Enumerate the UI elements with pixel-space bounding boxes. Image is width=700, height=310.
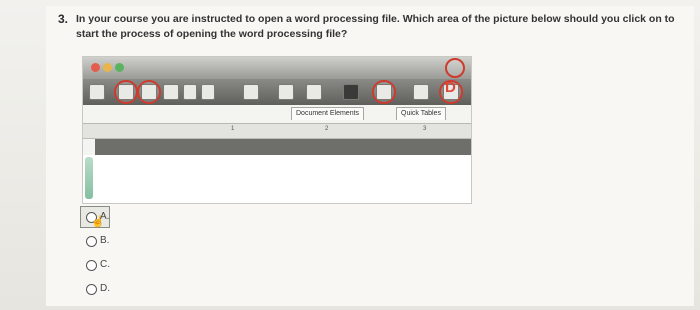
- toolbar-toggle-icon: [445, 58, 465, 78]
- ruler: 1 2 3: [83, 124, 471, 139]
- option-a[interactable]: ☝ A.: [80, 206, 162, 228]
- ruler-number: 2: [325, 126, 329, 132]
- option-c-label: C.: [100, 259, 110, 270]
- marker-d-label: D: [445, 79, 456, 96]
- zoom-dot-icon: [115, 63, 124, 72]
- table-icon: [278, 84, 294, 100]
- columns-icon: [306, 84, 322, 100]
- close-dot-icon: [91, 63, 100, 72]
- word-processor-screenshot: A B C D Document Elements Quick Tables 1…: [82, 56, 472, 204]
- scroll-indicator: [85, 157, 93, 199]
- option-a-label: A.: [100, 211, 110, 222]
- question-text: In your course you are instructed to ope…: [76, 13, 675, 40]
- option-d-label: D.: [100, 283, 110, 294]
- option-d[interactable]: D.: [82, 280, 162, 300]
- paragraph-icon: [343, 84, 359, 100]
- option-b[interactable]: B.: [82, 232, 162, 252]
- media-icon: [413, 84, 429, 100]
- option-b-label: B.: [100, 235, 110, 246]
- ribbon: Document Elements Quick Tables: [83, 105, 471, 124]
- redo-icon: [201, 84, 215, 100]
- new-document-icon: [89, 84, 105, 100]
- ruler-number: 3: [423, 126, 427, 132]
- page-header-strip: [95, 139, 471, 155]
- minimize-dot-icon: [103, 63, 112, 72]
- sidebar-icon: [376, 84, 392, 100]
- tab-document-elements: Document Elements: [291, 107, 365, 120]
- tab-quick-tables: Quick Tables: [396, 107, 446, 120]
- format-brush-icon: [243, 84, 259, 100]
- radio-c[interactable]: [86, 260, 97, 271]
- radio-b[interactable]: [86, 236, 97, 247]
- option-c[interactable]: C.: [82, 256, 162, 276]
- save-icon: [141, 84, 157, 100]
- question-number: 3.: [58, 12, 69, 26]
- ruler-number: 1: [231, 126, 235, 132]
- open-folder-icon: [118, 84, 134, 100]
- window-titlebar: [83, 57, 471, 79]
- undo-icon: [183, 84, 197, 100]
- radio-d[interactable]: [86, 284, 97, 295]
- document-area: [83, 155, 471, 203]
- print-icon: [163, 84, 179, 100]
